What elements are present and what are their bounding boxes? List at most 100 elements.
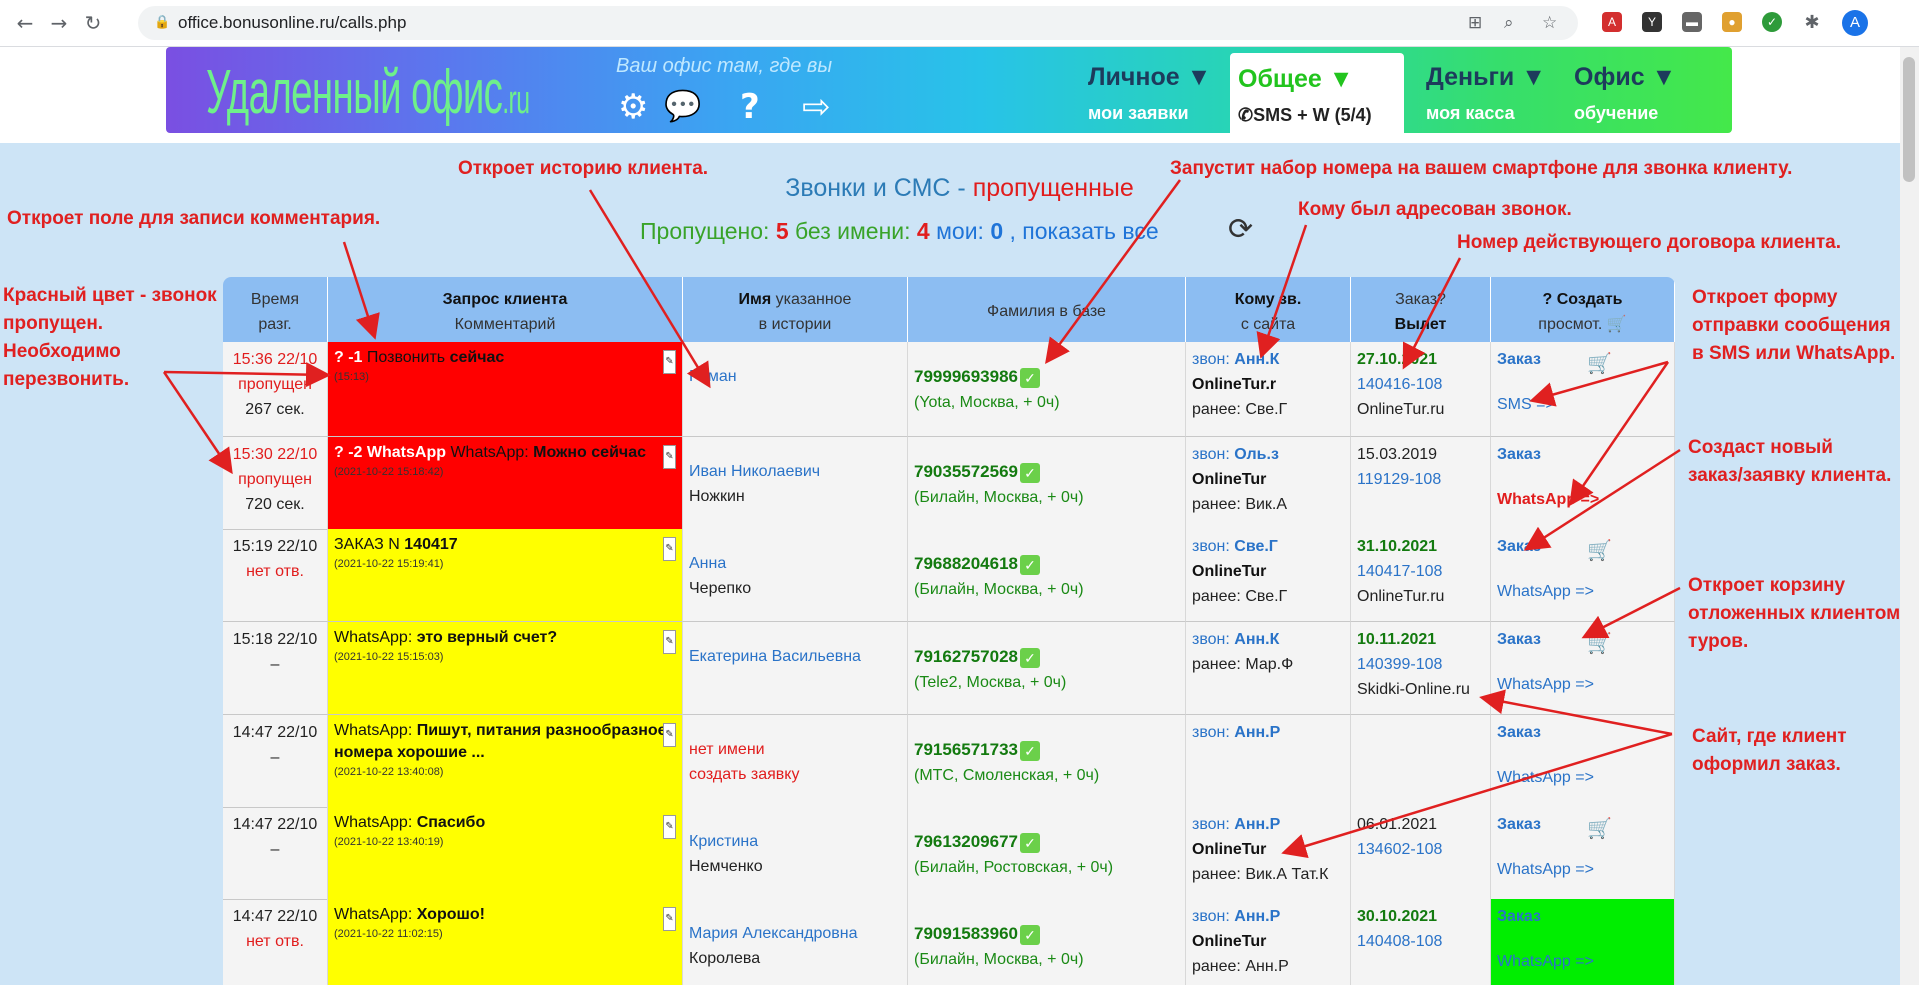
cell-request[interactable]: ? -2 WhatsApp WhatsApp: Можно сейчас (20… [328,437,683,530]
order-number-link[interactable]: 140408-108 [1357,929,1484,954]
edit-comment-pencil-icon[interactable]: ✎ [663,537,676,561]
client-name-link[interactable]: Анна [689,551,901,576]
cart-icon[interactable]: 🛒 [1587,632,1612,657]
send-message-link[interactable]: WhatsApp => [1497,857,1668,882]
client-name-link[interactable]: Екатерина Васильевна [689,644,901,669]
dial-phone-icon[interactable]: ✓ [1020,554,1041,575]
dial-phone-icon[interactable]: ✓ [1020,462,1041,483]
extension-device-icon[interactable]: ▬ [1682,12,1702,32]
to-site: OnlineTur [1192,563,1267,580]
edit-comment-pencil-icon[interactable]: ✎ [663,630,676,654]
menu-general-title[interactable]: Общее ▼ [1238,65,1353,94]
profile-avatar[interactable]: A [1842,10,1868,36]
cart-icon[interactable]: 🛒 [1587,539,1612,564]
menu-money-title[interactable]: Деньги ▼ [1426,63,1546,92]
send-message-link[interactable]: SMS => [1497,392,1668,417]
order-number-link[interactable]: 140416-108 [1357,372,1484,397]
edit-comment-pencil-icon[interactable]: ✎ [663,723,676,747]
cell-request[interactable]: WhatsApp: Спасибо (2021-10-22 13:40:19) … [328,807,683,900]
menu-money[interactable]: Деньги ▼ моя касса [1418,51,1558,133]
dial-phone-icon[interactable]: ✓ [1020,740,1041,761]
order-number-link[interactable]: 119129-108 [1357,467,1484,492]
extension-green-icon[interactable]: ✓ [1762,12,1782,32]
edit-comment-pencil-icon[interactable]: ✎ [663,350,676,374]
cell-request[interactable]: ЗАКАЗ N 140417 (2021-10-22 15:19:41) ✎ [328,529,683,622]
client-name-link[interactable]: Кристина [689,829,901,854]
lock-icon[interactable]: 🔒 [154,6,170,40]
chat-icon[interactable]: 💬 [664,87,701,127]
create-order-link[interactable]: Заказ [1497,347,1668,372]
phone-number[interactable]: 79999693986 [914,367,1018,386]
order-number-link[interactable]: 134602-108 [1357,837,1484,862]
phone-number[interactable]: 79613209677 [914,832,1018,851]
phone-number[interactable]: 79688204618 [914,554,1018,573]
cell-request[interactable]: WhatsApp: это верный счет? (2021-10-22 1… [328,622,683,715]
create-order-link[interactable]: Заказ [1497,442,1668,467]
back-icon[interactable]: ← [12,10,38,36]
order-number-link[interactable]: 140417-108 [1357,559,1484,584]
extensions-puzzle-icon[interactable]: ✱ [1802,12,1822,32]
send-message-link[interactable]: WhatsApp => [1497,672,1668,697]
zoom-icon[interactable]: ⌕ [1504,6,1514,40]
cart-icon[interactable]: 🛒 [1587,817,1612,842]
menu-personal-title[interactable]: Личное ▼ [1088,63,1211,92]
create-order-link[interactable]: Заказ [1497,627,1668,652]
phone-number[interactable]: 79091583960 [914,924,1018,943]
scrollbar-thumb[interactable] [1903,57,1915,182]
create-order-link[interactable]: Заказ [1497,904,1668,929]
menu-personal-sub[interactable]: мои заявки [1088,103,1189,124]
menu-personal[interactable]: Личное ▼ мои заявки [1080,51,1230,133]
phone-number[interactable]: 79156571733 [914,740,1018,759]
mine-link[interactable]: мои: [936,218,984,244]
menu-general-sub[interactable]: ✆SMS + W (5/4) [1238,105,1372,126]
client-name-link[interactable]: Мария Александровна [689,921,901,946]
create-order-link[interactable]: Заказ [1497,534,1668,559]
menu-office-sub[interactable]: обучение [1574,103,1658,124]
cell-request[interactable]: ? -1 Позвонить сейчас (15:13) ✎ [328,342,683,437]
create-order-link[interactable]: Заказ [1497,812,1668,837]
edit-comment-pencil-icon[interactable]: ✎ [663,815,676,839]
reload-icon[interactable]: ↻ [80,10,106,36]
cart-icon[interactable]: 🛒 [1607,316,1627,333]
menu-money-sub[interactable]: моя касса [1426,103,1515,124]
client-name-link[interactable]: Роман [689,364,901,389]
menu-office-title[interactable]: Офис ▼ [1574,63,1676,92]
url-text[interactable]: office.bonusonline.ru/calls.php [178,6,406,40]
phone-number[interactable]: 79035572569 [914,462,1018,481]
mine-count[interactable]: 0 [990,218,1003,244]
bookmark-star-icon[interactable]: ☆ [1542,6,1557,40]
site-logo[interactable]: Удаленный офис.ru [206,57,530,128]
menu-office[interactable]: Офис ▼ обучение [1566,51,1706,133]
address-bar[interactable]: 🔒 office.bonusonline.ru/calls.php ⊞ ⌕ ☆ [138,6,1578,40]
cell-request[interactable]: WhatsApp: Пишут, питания разнообразное, … [328,715,683,808]
dial-phone-icon[interactable]: ✓ [1020,832,1041,853]
refresh-icon[interactable]: ⟳ [1228,212,1253,247]
client-name-link[interactable]: Иван Николаевич [689,459,901,484]
help-question-icon[interactable]: ? [740,87,760,127]
phone-number[interactable]: 79162757028 [914,647,1018,666]
show-all-link[interactable]: , показать все [1010,218,1159,244]
client-surname[interactable]: создать заявку [689,762,901,787]
create-order-link[interactable]: Заказ [1497,720,1668,745]
order-number-link[interactable]: 140399-108 [1357,652,1484,677]
translate-icon[interactable]: ⊞ [1468,6,1482,40]
cart-icon[interactable]: 🛒 [1587,352,1612,377]
edit-comment-pencil-icon[interactable]: ✎ [663,445,676,469]
client-name-link[interactable]: нет имени [689,737,901,762]
dial-phone-icon[interactable]: ✓ [1020,647,1041,668]
send-message-link[interactable]: WhatsApp => [1497,487,1668,512]
send-message-link[interactable]: WhatsApp => [1497,579,1668,604]
extension-figure-icon[interactable]: ● [1722,12,1742,32]
settings-gear-icon[interactable]: ⚙ [618,87,648,127]
menu-general[interactable]: Общее ▼ ✆SMS + W (5/4) [1230,53,1404,133]
edit-comment-pencil-icon[interactable]: ✎ [663,907,676,931]
extension-y-icon[interactable]: Y [1642,12,1662,32]
forward-icon[interactable]: → [46,10,72,36]
cell-request[interactable]: WhatsApp: Хорошо! (2021-10-22 11:02:15) … [328,899,683,985]
dial-phone-icon[interactable]: ✓ [1020,924,1041,945]
send-message-link[interactable]: WhatsApp => [1497,949,1668,974]
send-message-link[interactable]: WhatsApp => [1497,765,1668,790]
logout-icon[interactable]: ⇨ [802,87,831,127]
pdf-extension-icon[interactable]: A [1602,12,1622,32]
dial-phone-icon[interactable]: ✓ [1020,367,1041,388]
